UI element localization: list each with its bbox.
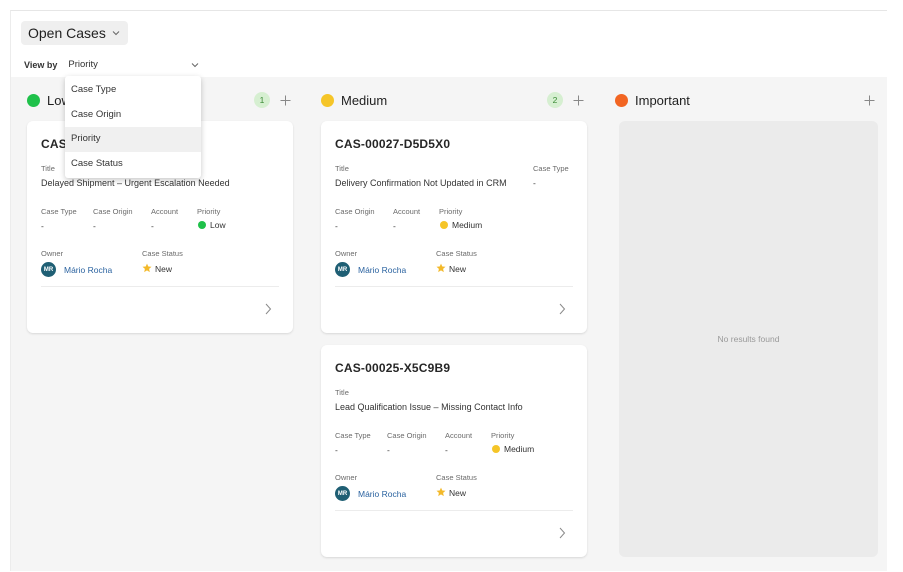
priority-label: Priority bbox=[439, 207, 463, 216]
chevron-right-icon[interactable] bbox=[558, 303, 566, 315]
owner-label: Owner bbox=[335, 473, 358, 482]
case-status-label: Case Status bbox=[142, 249, 183, 258]
case-type-value: - bbox=[41, 221, 44, 231]
case-origin-label: Case Origin bbox=[387, 431, 427, 440]
priority-text: Medium bbox=[504, 444, 535, 454]
option-priority[interactable]: Priority bbox=[65, 127, 201, 152]
status-text: New bbox=[449, 264, 467, 274]
priority-dot bbox=[440, 221, 448, 229]
priority-dot bbox=[27, 93, 40, 107]
case-title: Lead Qualification Issue – Missing Conta… bbox=[335, 402, 523, 412]
priority-label: Priority bbox=[197, 207, 221, 216]
option-case-status[interactable]: Case Status bbox=[65, 152, 201, 177]
priority-dot bbox=[615, 93, 628, 107]
case-id: CAS-00027-D5D5X0 bbox=[335, 137, 451, 151]
view-by-label: View by bbox=[24, 59, 58, 70]
title-label: Title bbox=[335, 164, 349, 173]
chevron-down-icon bbox=[112, 31, 120, 36]
column-title: Medium bbox=[341, 92, 388, 108]
star-icon bbox=[436, 487, 446, 497]
priority-dot bbox=[492, 445, 500, 453]
account-label: Account bbox=[393, 207, 421, 216]
owner-label: Owner bbox=[335, 249, 358, 258]
case-origin-value: - bbox=[335, 221, 338, 231]
case-status-value: New bbox=[436, 263, 466, 274]
case-type-label: Case Type bbox=[335, 431, 371, 440]
view-by-dropdown: Case Type Case Origin Priority Case Stat… bbox=[65, 76, 201, 178]
view-by-select[interactable]: Priority bbox=[68, 59, 200, 70]
case-origin-value: - bbox=[387, 445, 390, 455]
case-type-label: Case Type bbox=[41, 207, 77, 216]
owner-link[interactable]: Mário Rocha bbox=[358, 265, 406, 275]
count-badge: 1 bbox=[254, 92, 270, 108]
column-title: Important bbox=[635, 92, 690, 108]
case-card[interactable]: CAS-00025-X5C9B9 Title Lead Qualificatio… bbox=[321, 345, 587, 557]
avatar: MR bbox=[335, 262, 350, 277]
chevron-down-icon bbox=[192, 62, 199, 67]
star-icon bbox=[436, 263, 446, 273]
option-case-type[interactable]: Case Type bbox=[65, 78, 201, 103]
owner-label: Owner bbox=[41, 249, 64, 258]
priority-value: Low bbox=[198, 220, 226, 230]
account-value: - bbox=[445, 445, 448, 455]
account-label: Account bbox=[151, 207, 179, 216]
case-type-value: - bbox=[335, 445, 338, 455]
priority-text: Low bbox=[210, 220, 226, 230]
add-icon[interactable] bbox=[864, 95, 875, 106]
case-title: Delivery Confirmation Not Updated in CRM bbox=[335, 178, 507, 188]
case-status-label: Case Status bbox=[436, 473, 477, 482]
status-text: New bbox=[155, 264, 173, 274]
account-value: - bbox=[151, 221, 154, 231]
avatar: MR bbox=[41, 262, 56, 277]
divider bbox=[335, 286, 573, 287]
divider bbox=[41, 286, 279, 287]
owner-link[interactable]: Mário Rocha bbox=[358, 489, 406, 499]
view-selector[interactable]: Open Cases bbox=[21, 21, 128, 45]
case-status-value: New bbox=[142, 263, 172, 274]
case-type-value: - bbox=[533, 178, 536, 188]
column-important: Important No results found bbox=[615, 77, 879, 571]
case-id: CAS-00025-X5C9B9 bbox=[335, 361, 451, 375]
avatar: MR bbox=[335, 486, 350, 501]
account-label: Account bbox=[445, 431, 473, 440]
column-header: Important bbox=[615, 90, 879, 110]
owner-link[interactable]: Mário Rocha bbox=[64, 265, 112, 275]
option-case-origin[interactable]: Case Origin bbox=[65, 103, 201, 128]
case-status-value: New bbox=[436, 487, 466, 498]
priority-text: Medium bbox=[452, 220, 483, 230]
no-results-text: No results found bbox=[717, 334, 780, 344]
title-label: Title bbox=[41, 164, 55, 173]
priority-value: Medium bbox=[492, 444, 534, 454]
case-card[interactable]: CAS-00027-D5D5X0 Title Case Type Deliver… bbox=[321, 121, 587, 333]
column-medium: Medium 2 CAS-00027-D5D5X0 Title Case Typ… bbox=[321, 77, 589, 571]
star-icon bbox=[142, 263, 152, 273]
case-origin-label: Case Origin bbox=[335, 207, 375, 216]
case-status-label: Case Status bbox=[436, 249, 477, 258]
priority-value: Medium bbox=[440, 220, 482, 230]
empty-column-panel: No results found bbox=[619, 121, 878, 557]
kanban-frame: Open Cases View by Priority Case Type Ca… bbox=[10, 10, 887, 571]
view-by-control: View by Priority bbox=[24, 59, 200, 70]
count-badge: 2 bbox=[547, 92, 563, 108]
status-text: New bbox=[449, 488, 467, 498]
chevron-right-icon[interactable] bbox=[558, 527, 566, 539]
priority-label: Priority bbox=[491, 431, 515, 440]
add-icon[interactable] bbox=[573, 95, 584, 106]
view-title: Open Cases bbox=[28, 25, 106, 41]
priority-dot bbox=[321, 93, 334, 107]
case-title: Delayed Shipment – Urgent Escalation Nee… bbox=[41, 178, 230, 188]
view-by-value: Priority bbox=[68, 59, 98, 70]
case-type-label: Case Type bbox=[533, 164, 569, 173]
title-label: Title bbox=[335, 388, 349, 397]
case-origin-label: Case Origin bbox=[93, 207, 133, 216]
account-value: - bbox=[393, 221, 396, 231]
priority-dot bbox=[198, 221, 206, 229]
chevron-right-icon[interactable] bbox=[264, 303, 272, 315]
add-icon[interactable] bbox=[280, 95, 291, 106]
divider bbox=[335, 510, 573, 511]
case-origin-value: - bbox=[93, 221, 96, 231]
column-header: Medium 2 bbox=[321, 90, 589, 110]
